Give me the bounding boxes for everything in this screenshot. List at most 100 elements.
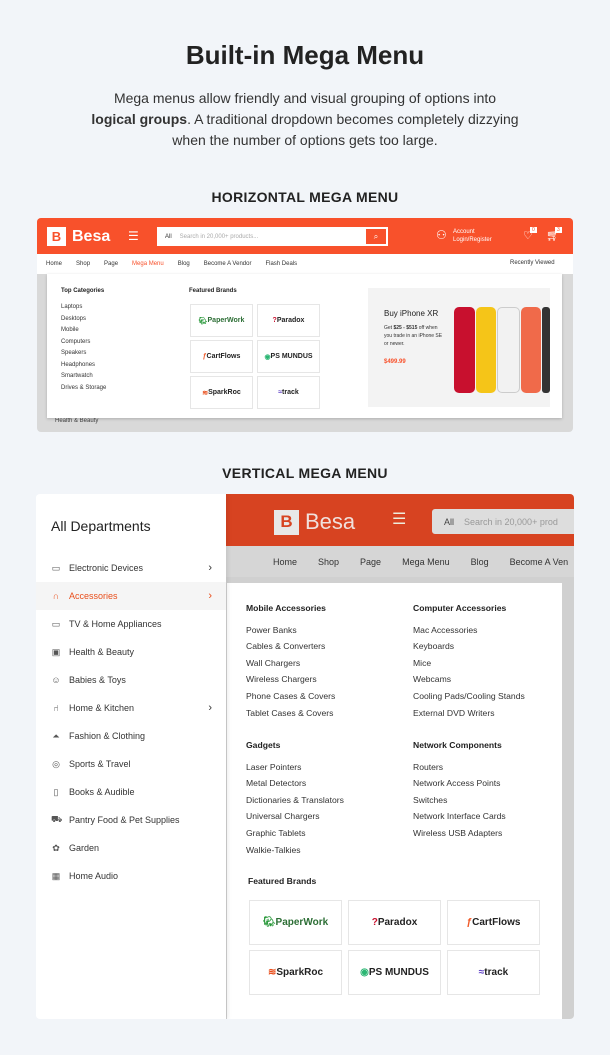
brand-logo[interactable]: 🐘︎ PaperWork xyxy=(190,304,253,337)
group-link[interactable]: Graphic Tablets xyxy=(246,825,344,842)
group-link[interactable]: Laser Pointers xyxy=(246,759,344,776)
nav-item[interactable]: Page xyxy=(104,261,118,267)
group-link[interactable]: Wireless USB Adapters xyxy=(413,825,506,842)
category-link[interactable]: Headphones xyxy=(61,360,106,372)
nav-item[interactable]: Mega Menu xyxy=(132,261,164,267)
group-link[interactable]: Mice xyxy=(413,655,525,672)
brand-name: Paradox xyxy=(276,317,305,324)
brand-logo[interactable]: ≋ SparkRoc xyxy=(190,376,253,409)
category-link[interactable]: Drives & Storage xyxy=(61,383,106,395)
sidebar-item[interactable]: ☺ Babies & Toys xyxy=(36,666,226,694)
horizontal-heading: HORIZONTAL MEGA MENU xyxy=(211,189,399,205)
sidebar-item[interactable]: ∩ Accessories › xyxy=(36,582,226,610)
sidebar-item[interactable]: ⏶ Fashion & Clothing xyxy=(36,722,226,750)
group-link[interactable]: Walkie-Talkies xyxy=(246,842,344,859)
group-link[interactable]: Keyboards xyxy=(413,638,525,655)
group-link[interactable]: Cables & Converters xyxy=(246,638,335,655)
recently-viewed-dropdown[interactable]: Recently Viewed xyxy=(510,260,555,266)
nav-item[interactable]: Blog xyxy=(178,261,190,267)
sidebar-item[interactable]: ▭ TV & Home Appliances xyxy=(36,610,226,638)
ball-icon: ◎ xyxy=(52,758,60,769)
nav-item[interactable]: Mega Menu xyxy=(402,557,450,567)
group-link[interactable]: Wireless Chargers xyxy=(246,671,335,688)
sidebar-item[interactable]: ⑁ Home & Kitchen › xyxy=(36,694,226,722)
sidebar-item[interactable]: ⛟ Pantry Food & Pet Supplies xyxy=(36,806,226,834)
group-link[interactable]: Tablet Cases & Covers xyxy=(246,705,335,722)
hamburger-icon[interactable]: ☰ xyxy=(128,229,139,243)
category-link[interactable]: Speakers xyxy=(61,348,106,360)
category-select[interactable]: All xyxy=(159,234,180,240)
sidebar-item-label: Home & Kitchen xyxy=(69,703,135,713)
group-link[interactable]: Switches xyxy=(413,792,506,809)
nav-item[interactable]: Shop xyxy=(318,557,339,567)
sidebar-item[interactable]: ▣ Health & Beauty xyxy=(36,638,226,666)
sidebar-item-label: Sports & Travel xyxy=(69,759,131,769)
group-link[interactable]: Wall Chargers xyxy=(246,655,335,672)
brand-logo[interactable]: ƒ CartFlows xyxy=(447,900,540,945)
group-link[interactable]: Power Banks xyxy=(246,622,335,639)
sidebar-item[interactable]: ◎ Sports & Travel xyxy=(36,750,226,778)
group-link[interactable]: Network Interface Cards xyxy=(413,808,506,825)
brand-logo[interactable]: 🐘︎ PaperWork xyxy=(249,900,342,945)
nav-item[interactable]: Page xyxy=(360,557,381,567)
nav-item[interactable]: Shop xyxy=(76,261,90,267)
mega-menu-panel: Mobile Accessories Power Banks Cables & Co… xyxy=(227,583,562,1019)
search-icon[interactable]: ⌕ xyxy=(366,229,386,244)
group-link[interactable]: Dictionaries & Translators xyxy=(246,792,344,809)
sidebar-item-label: TV & Home Appliances xyxy=(69,619,162,629)
group-link[interactable]: External DVD Writers xyxy=(413,705,525,722)
group-link[interactable]: Universal Chargers xyxy=(246,808,344,825)
group-link[interactable]: Metal Detectors xyxy=(246,775,344,792)
hamburger-icon[interactable]: ☰ xyxy=(392,509,406,529)
brand-logo[interactable]: ≈ track xyxy=(447,950,540,995)
nav-item[interactable]: Flash Deals xyxy=(265,261,297,267)
promo-title: Buy iPhone XR xyxy=(384,309,439,318)
sidebar-item-label: Health & Beauty xyxy=(69,647,135,657)
brand-logo[interactable]: ƒ CartFlows xyxy=(190,340,253,373)
category-link[interactable]: Computers xyxy=(61,337,106,349)
nav-item[interactable]: Home xyxy=(46,261,62,267)
search-input[interactable]: Search in 20,000+ prod xyxy=(464,517,558,527)
group-link[interactable]: Cooling Pads/Cooling Stands xyxy=(413,688,525,705)
brand-logo[interactable]: ◉ PS MUNDUS xyxy=(348,950,441,995)
search-input[interactable]: Search in 20,000+ products... xyxy=(180,234,366,240)
category-link[interactable]: Smartwatch xyxy=(61,371,106,383)
category-link[interactable]: Laptops xyxy=(61,302,106,314)
brand-logo[interactable]: ? Paradox xyxy=(257,304,320,337)
group-link[interactable]: Mac Accessories xyxy=(413,622,525,639)
featured-brands-title: Featured Brands xyxy=(189,288,237,294)
account-link[interactable]: Account Login/Register xyxy=(453,228,492,244)
nav-item[interactable]: Become A Ven xyxy=(510,557,569,567)
brand-logo[interactable]: ? Paradox xyxy=(348,900,441,945)
brand-name: CartFlows xyxy=(472,917,521,928)
brand-name: PS MUNDUS xyxy=(270,353,313,360)
promo-banner[interactable]: Buy iPhone XR Get $25 - $515 off when yo… xyxy=(368,288,550,407)
nav-item[interactable]: Become A Vendor xyxy=(204,261,252,267)
brand-name: Paradox xyxy=(377,917,418,928)
cart-count: 3 xyxy=(555,227,562,233)
group-gadgets: Gadgets Laser Pointers Metal Detectors Dict… xyxy=(246,737,344,858)
brand-logo[interactable]: ◉ PS MUNDUS xyxy=(257,340,320,373)
category-link[interactable]: Desktops xyxy=(61,314,106,326)
sidebar-item[interactable]: ✿ Garden xyxy=(36,834,226,862)
top-categories-list: Laptops Desktops Mobile Computers Speakers He… xyxy=(61,302,106,394)
search-bar[interactable]: All Search in 20,000+ prod xyxy=(432,509,574,534)
category-select[interactable]: All xyxy=(434,517,464,527)
brand-name: SparkRoc xyxy=(208,389,241,396)
brand-logo[interactable]: ≋ SparkRoc xyxy=(249,950,342,995)
nav-item[interactable]: Home xyxy=(273,557,297,567)
sidebar-item[interactable]: ▯ Books & Audible xyxy=(36,778,226,806)
category-link[interactable]: Mobile xyxy=(61,325,106,337)
group-link[interactable]: Phone Cases & Covers xyxy=(246,688,335,705)
logo[interactable]: B Besa xyxy=(47,227,110,246)
nav-item[interactable]: Blog xyxy=(471,557,489,567)
brand-logo[interactable]: ≈ track xyxy=(257,376,320,409)
sidebar-item[interactable]: ▭ Electronic Devices › xyxy=(36,554,226,582)
search-bar[interactable]: All Search in 20,000+ products... ⌕ xyxy=(157,227,388,246)
logo[interactable]: B Besa xyxy=(274,509,355,535)
sidebar-item[interactable]: ▦ Home Audio xyxy=(36,862,226,890)
group-link[interactable]: Network Access Points xyxy=(413,775,506,792)
top-categories-title: Top Categories xyxy=(61,288,105,294)
group-link[interactable]: Webcams xyxy=(413,671,525,688)
group-link[interactable]: Routers xyxy=(413,759,506,776)
